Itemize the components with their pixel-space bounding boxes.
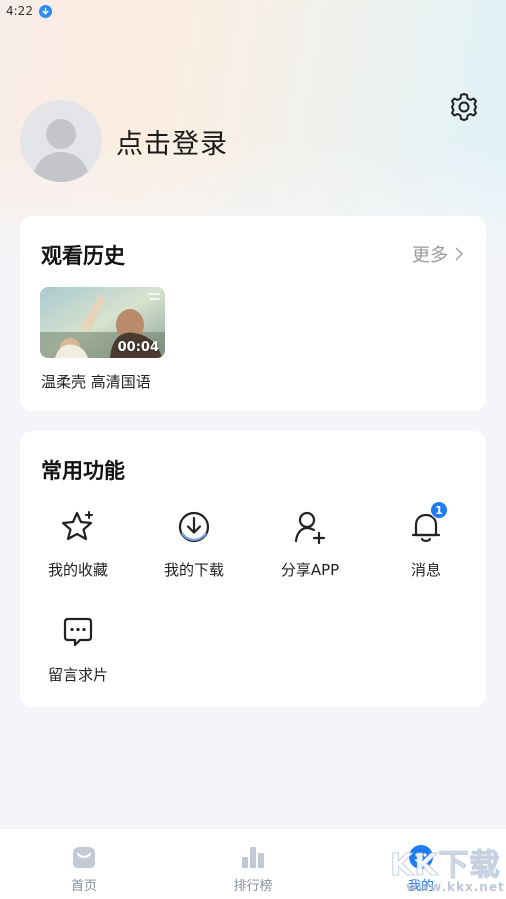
tab-home-label: 首页 <box>70 879 97 894</box>
tab-home[interactable]: 首页 <box>34 843 134 894</box>
login-link[interactable]: 点击登录 <box>116 122 228 161</box>
bell-icon: 1 <box>406 501 448 547</box>
add-user-icon <box>290 507 330 547</box>
downloads-label: 我的下载 <box>163 561 224 579</box>
request-movie-button[interactable]: 留言求片 <box>28 612 128 702</box>
functions-title: 常用功能 <box>41 459 125 483</box>
favorites-button[interactable]: 我的收藏 <box>28 507 128 597</box>
share-app-label: 分享APP <box>280 561 340 579</box>
download-icon <box>174 507 214 547</box>
default-user-icon <box>32 119 90 182</box>
download-status-icon <box>38 4 52 18</box>
avatar[interactable] <box>20 100 102 182</box>
watermark-logo-text: KK下载 <box>390 848 501 884</box>
messages-label: 消息 <box>410 561 441 579</box>
request-movie-label: 留言求片 <box>47 666 108 684</box>
history-title: 观看历史 <box>41 244 125 268</box>
history-more-link[interactable]: 更多 <box>412 241 464 267</box>
downloads-button[interactable]: 我的下载 <box>144 507 244 597</box>
star-icon <box>58 507 98 547</box>
share-app-button[interactable]: 分享APP <box>260 507 360 597</box>
unread-badge: 1 <box>430 501 448 519</box>
settings-gear-icon[interactable] <box>446 89 482 125</box>
status-time: 4:22 <box>6 4 33 18</box>
video-duration: 00:04 <box>117 340 159 355</box>
messages-button[interactable]: 1 消息 <box>376 501 476 597</box>
watch-history-card: 观看历史 更多 00:04 温柔壳 高清国语 <box>20 216 486 411</box>
more-label: 更多 <box>412 245 448 266</box>
status-bar: 4:22 <box>0 0 506 22</box>
history-video-title[interactable]: 温柔壳 高清国语 <box>41 371 151 392</box>
chevron-right-icon <box>455 247 464 261</box>
favorites-label: 我的收藏 <box>47 561 108 579</box>
chat-icon <box>58 612 98 652</box>
history-video-thumbnail[interactable]: 00:04 <box>40 287 165 358</box>
bar-chart-icon <box>242 847 264 868</box>
site-watermark: KK下载 www.kkx.net <box>390 840 506 899</box>
watermark-url: www.kkx.net <box>406 880 505 894</box>
tab-ranking-label: 排行榜 <box>233 879 273 894</box>
common-functions-card: 常用功能 我的收藏 我的下载 分享APP 1 消息 留言求片 <box>20 431 486 707</box>
tab-ranking[interactable]: 排行榜 <box>203 843 303 894</box>
home-icon <box>73 847 95 868</box>
